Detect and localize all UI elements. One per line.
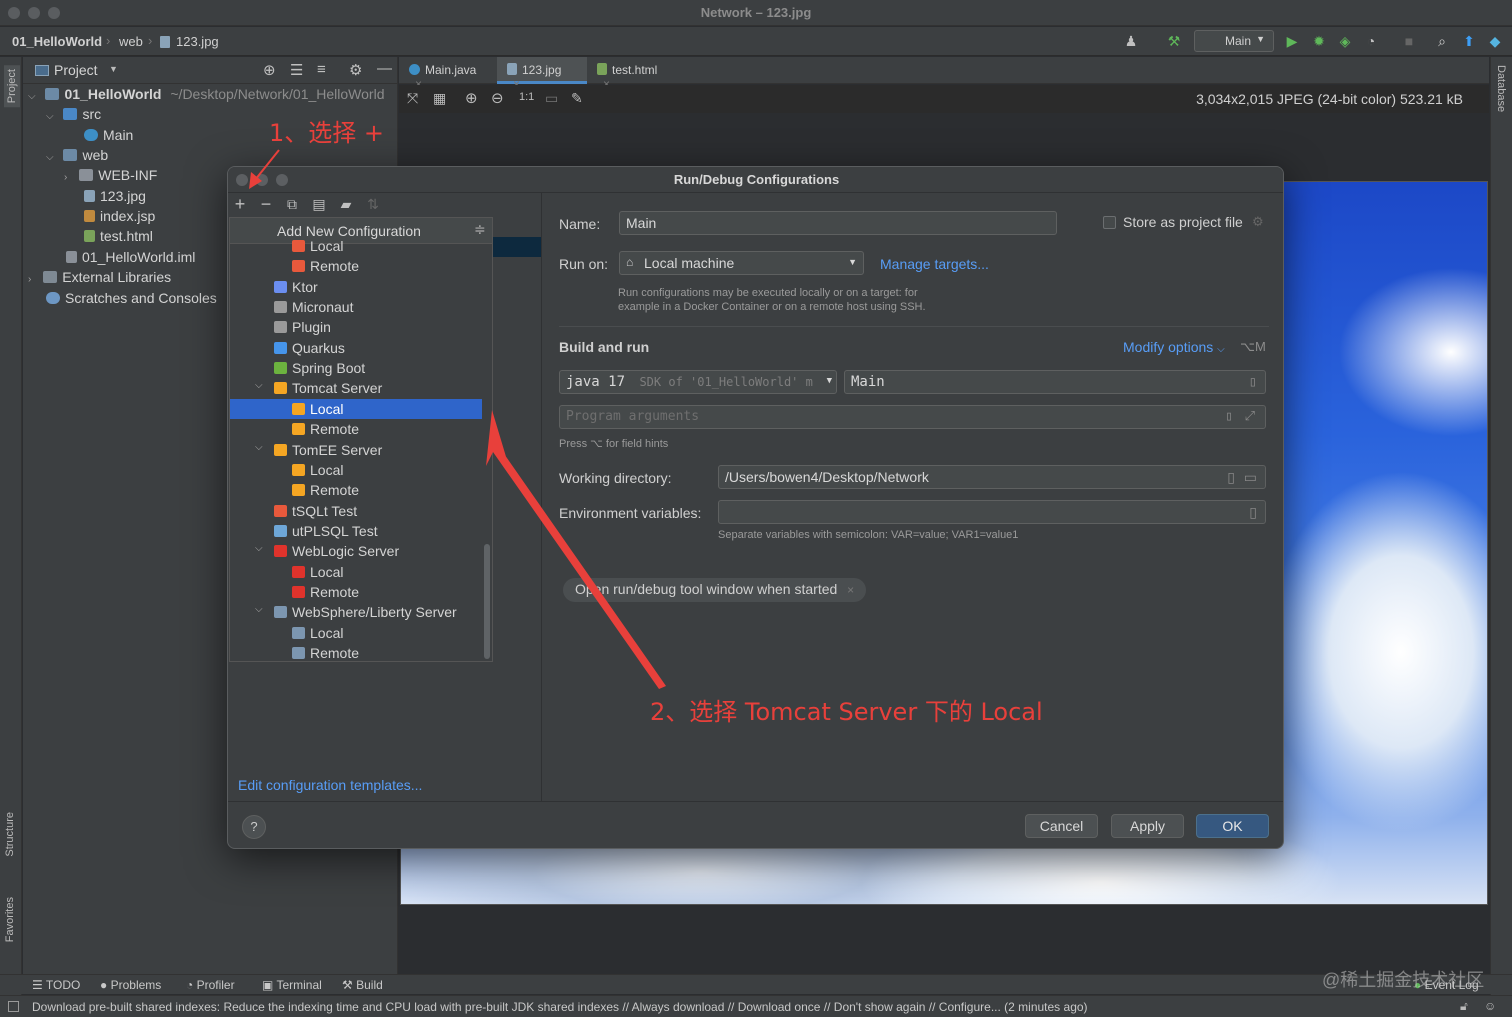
annotation-arrow-1 bbox=[254, 149, 280, 181]
watermark: @稀土掘金技术社区 bbox=[1322, 970, 1485, 990]
annotation-step-1: 1、选择 + bbox=[269, 119, 385, 147]
annotation-step-2: 2、选择 Tomcat Server 下的 Local bbox=[650, 698, 1043, 726]
annotation-arrow-2 bbox=[486, 410, 666, 689]
annotation-arrows bbox=[249, 149, 666, 689]
